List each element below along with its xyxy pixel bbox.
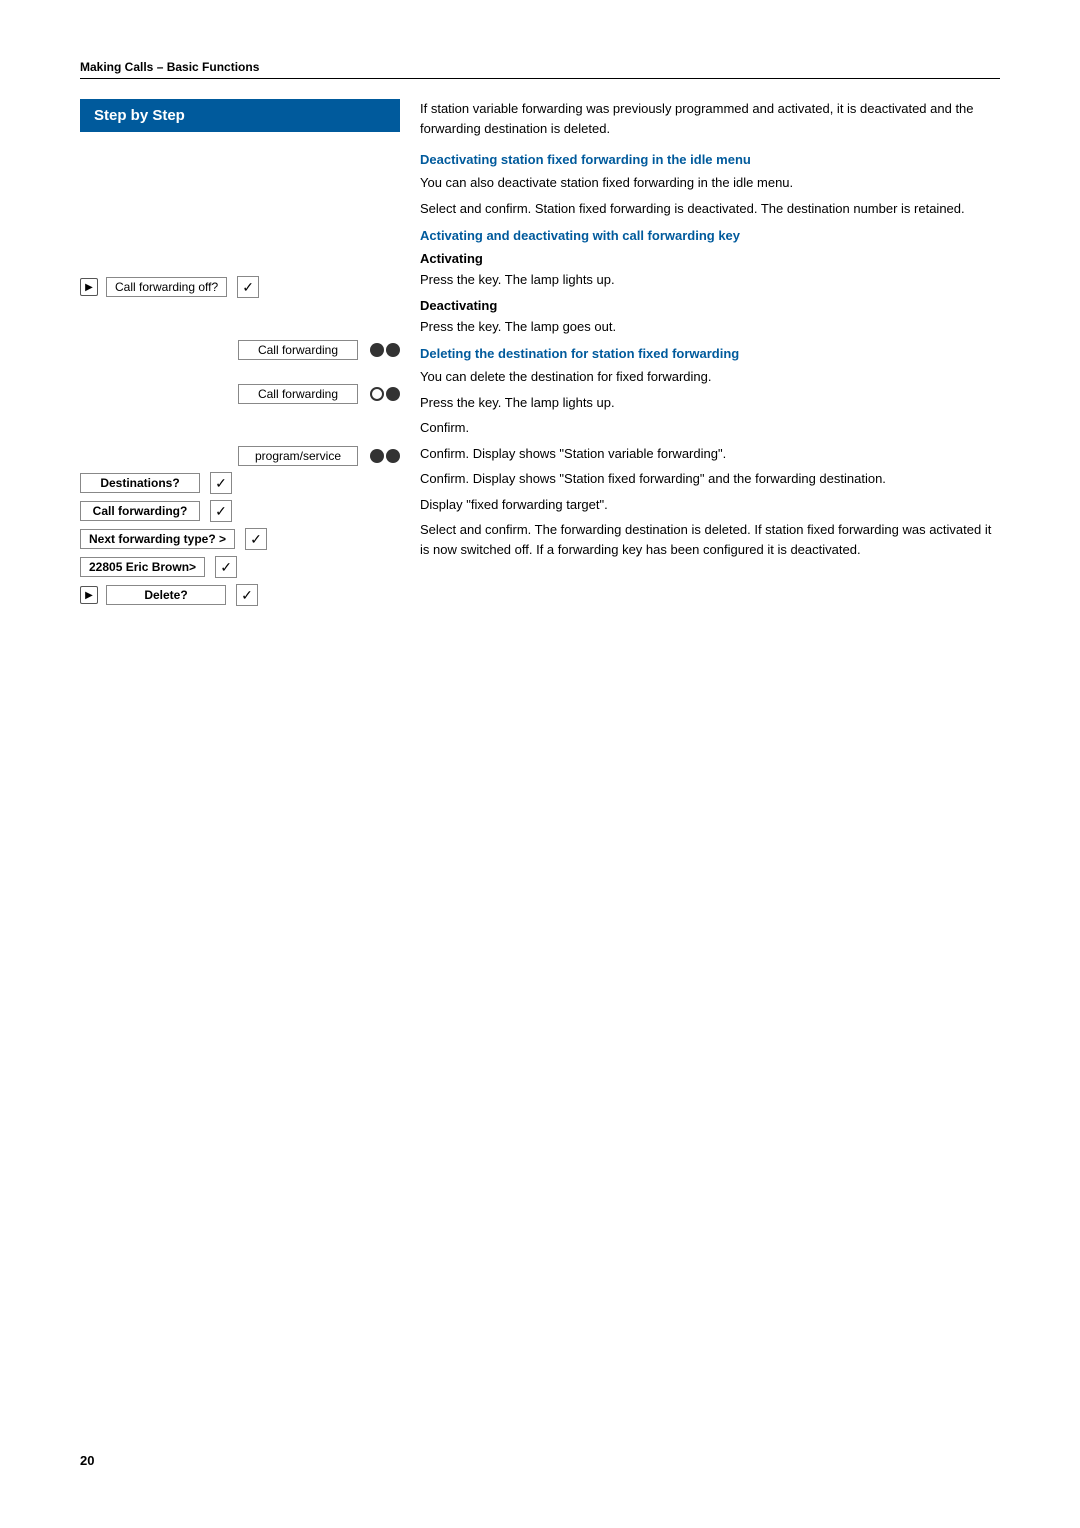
call-forwarding-q-row: Call forwarding? ✓ (80, 500, 400, 522)
call-forwarding-q-label: Call forwarding? (80, 501, 200, 521)
key-dot-outline (370, 387, 384, 401)
call-forward-off-action-text: Select and confirm. Station fixed forwar… (420, 199, 1000, 219)
idle-menu-body-text: You can also deactivate station fixed fo… (420, 173, 1000, 193)
call-forwarding-deactivate-label: Call forwarding (238, 384, 358, 404)
deactivating-body-text: Press the key. The lamp goes out. (420, 317, 1000, 337)
eric-brown-row: 22805 Eric Brown> ✓ (80, 556, 400, 578)
key-dot-filled-2 (386, 343, 400, 357)
left-column: Step by Step ▶ Call forwarding off? ✓ Ca… (80, 99, 400, 612)
page-header: Making Calls – Basic Functions (80, 60, 1000, 79)
page-number: 20 (80, 1453, 94, 1468)
delete-row: ▶ Delete? ✓ (80, 584, 400, 606)
key-dot-filled-3 (386, 387, 400, 401)
key-dot-filled-1 (370, 343, 384, 357)
arrow-icon-delete: ▶ (80, 586, 98, 604)
intro-text: If station variable forwarding was previ… (420, 99, 1000, 138)
deleting-confirm-text: Confirm. (420, 418, 1000, 438)
program-service-row: program/service (80, 446, 400, 466)
key-dots-program (368, 449, 400, 463)
destinations-row: Destinations? ✓ (80, 472, 400, 494)
deleting-display-text: Display "fixed forwarding target". (420, 495, 1000, 515)
step-by-step-header: Step by Step (80, 99, 400, 132)
deactivating-idle-menu-heading: Deactivating station fixed forwarding in… (420, 152, 1000, 167)
deleting-select-confirm-text: Select and confirm. The forwarding desti… (420, 520, 1000, 559)
deleting-intro-text: You can delete the destination for fixed… (420, 367, 1000, 387)
call-forwarding-off-row: ▶ Call forwarding off? ✓ (80, 276, 400, 298)
eric-brown-label: 22805 Eric Brown> (80, 557, 205, 577)
call-forwarding-off-label: Call forwarding off? (106, 277, 227, 297)
right-column: If station variable forwarding was previ… (400, 99, 1000, 565)
key-dots-activate (368, 343, 400, 357)
check-icon-delete: ✓ (236, 584, 258, 606)
call-forwarding-activate-row: Call forwarding (80, 340, 400, 360)
deleting-destination-heading: Deleting the destination for station fix… (420, 346, 1000, 361)
deleting-confirm3-text: Confirm. Display shows "Station fixed fo… (420, 469, 1000, 489)
activating-deactivating-heading: Activating and deactivating with call fo… (420, 228, 1000, 243)
call-forwarding-deactivate-row: Call forwarding (80, 384, 400, 404)
check-icon-call-forwarding-q: ✓ (210, 500, 232, 522)
call-forwarding-activate-label: Call forwarding (238, 340, 358, 360)
header-title: Making Calls – Basic Functions (80, 60, 259, 74)
next-forwarding-type-label: Next forwarding type? > (80, 529, 235, 549)
check-icon-call-forwarding-off: ✓ (237, 276, 259, 298)
deactivating-bold-heading: Deactivating (420, 298, 1000, 313)
check-icon-eric-brown: ✓ (215, 556, 237, 578)
deleting-confirm2-text: Confirm. Display shows "Station variable… (420, 444, 1000, 464)
activating-bold-heading: Activating (420, 251, 1000, 266)
next-forwarding-type-row: Next forwarding type? > ✓ (80, 528, 400, 550)
delete-label: Delete? (106, 585, 226, 605)
key-dot-filled-5 (386, 449, 400, 463)
program-service-label: program/service (238, 446, 358, 466)
check-icon-destinations: ✓ (210, 472, 232, 494)
deleting-press-key-text: Press the key. The lamp lights up. (420, 393, 1000, 413)
step-by-step-label: Step by Step (94, 107, 185, 124)
destinations-label: Destinations? (80, 473, 200, 493)
key-dots-deactivate (368, 387, 400, 401)
check-icon-next-forwarding: ✓ (245, 528, 267, 550)
arrow-icon: ▶ (80, 278, 98, 296)
activating-body-text: Press the key. The lamp lights up. (420, 270, 1000, 290)
key-dot-filled-4 (370, 449, 384, 463)
